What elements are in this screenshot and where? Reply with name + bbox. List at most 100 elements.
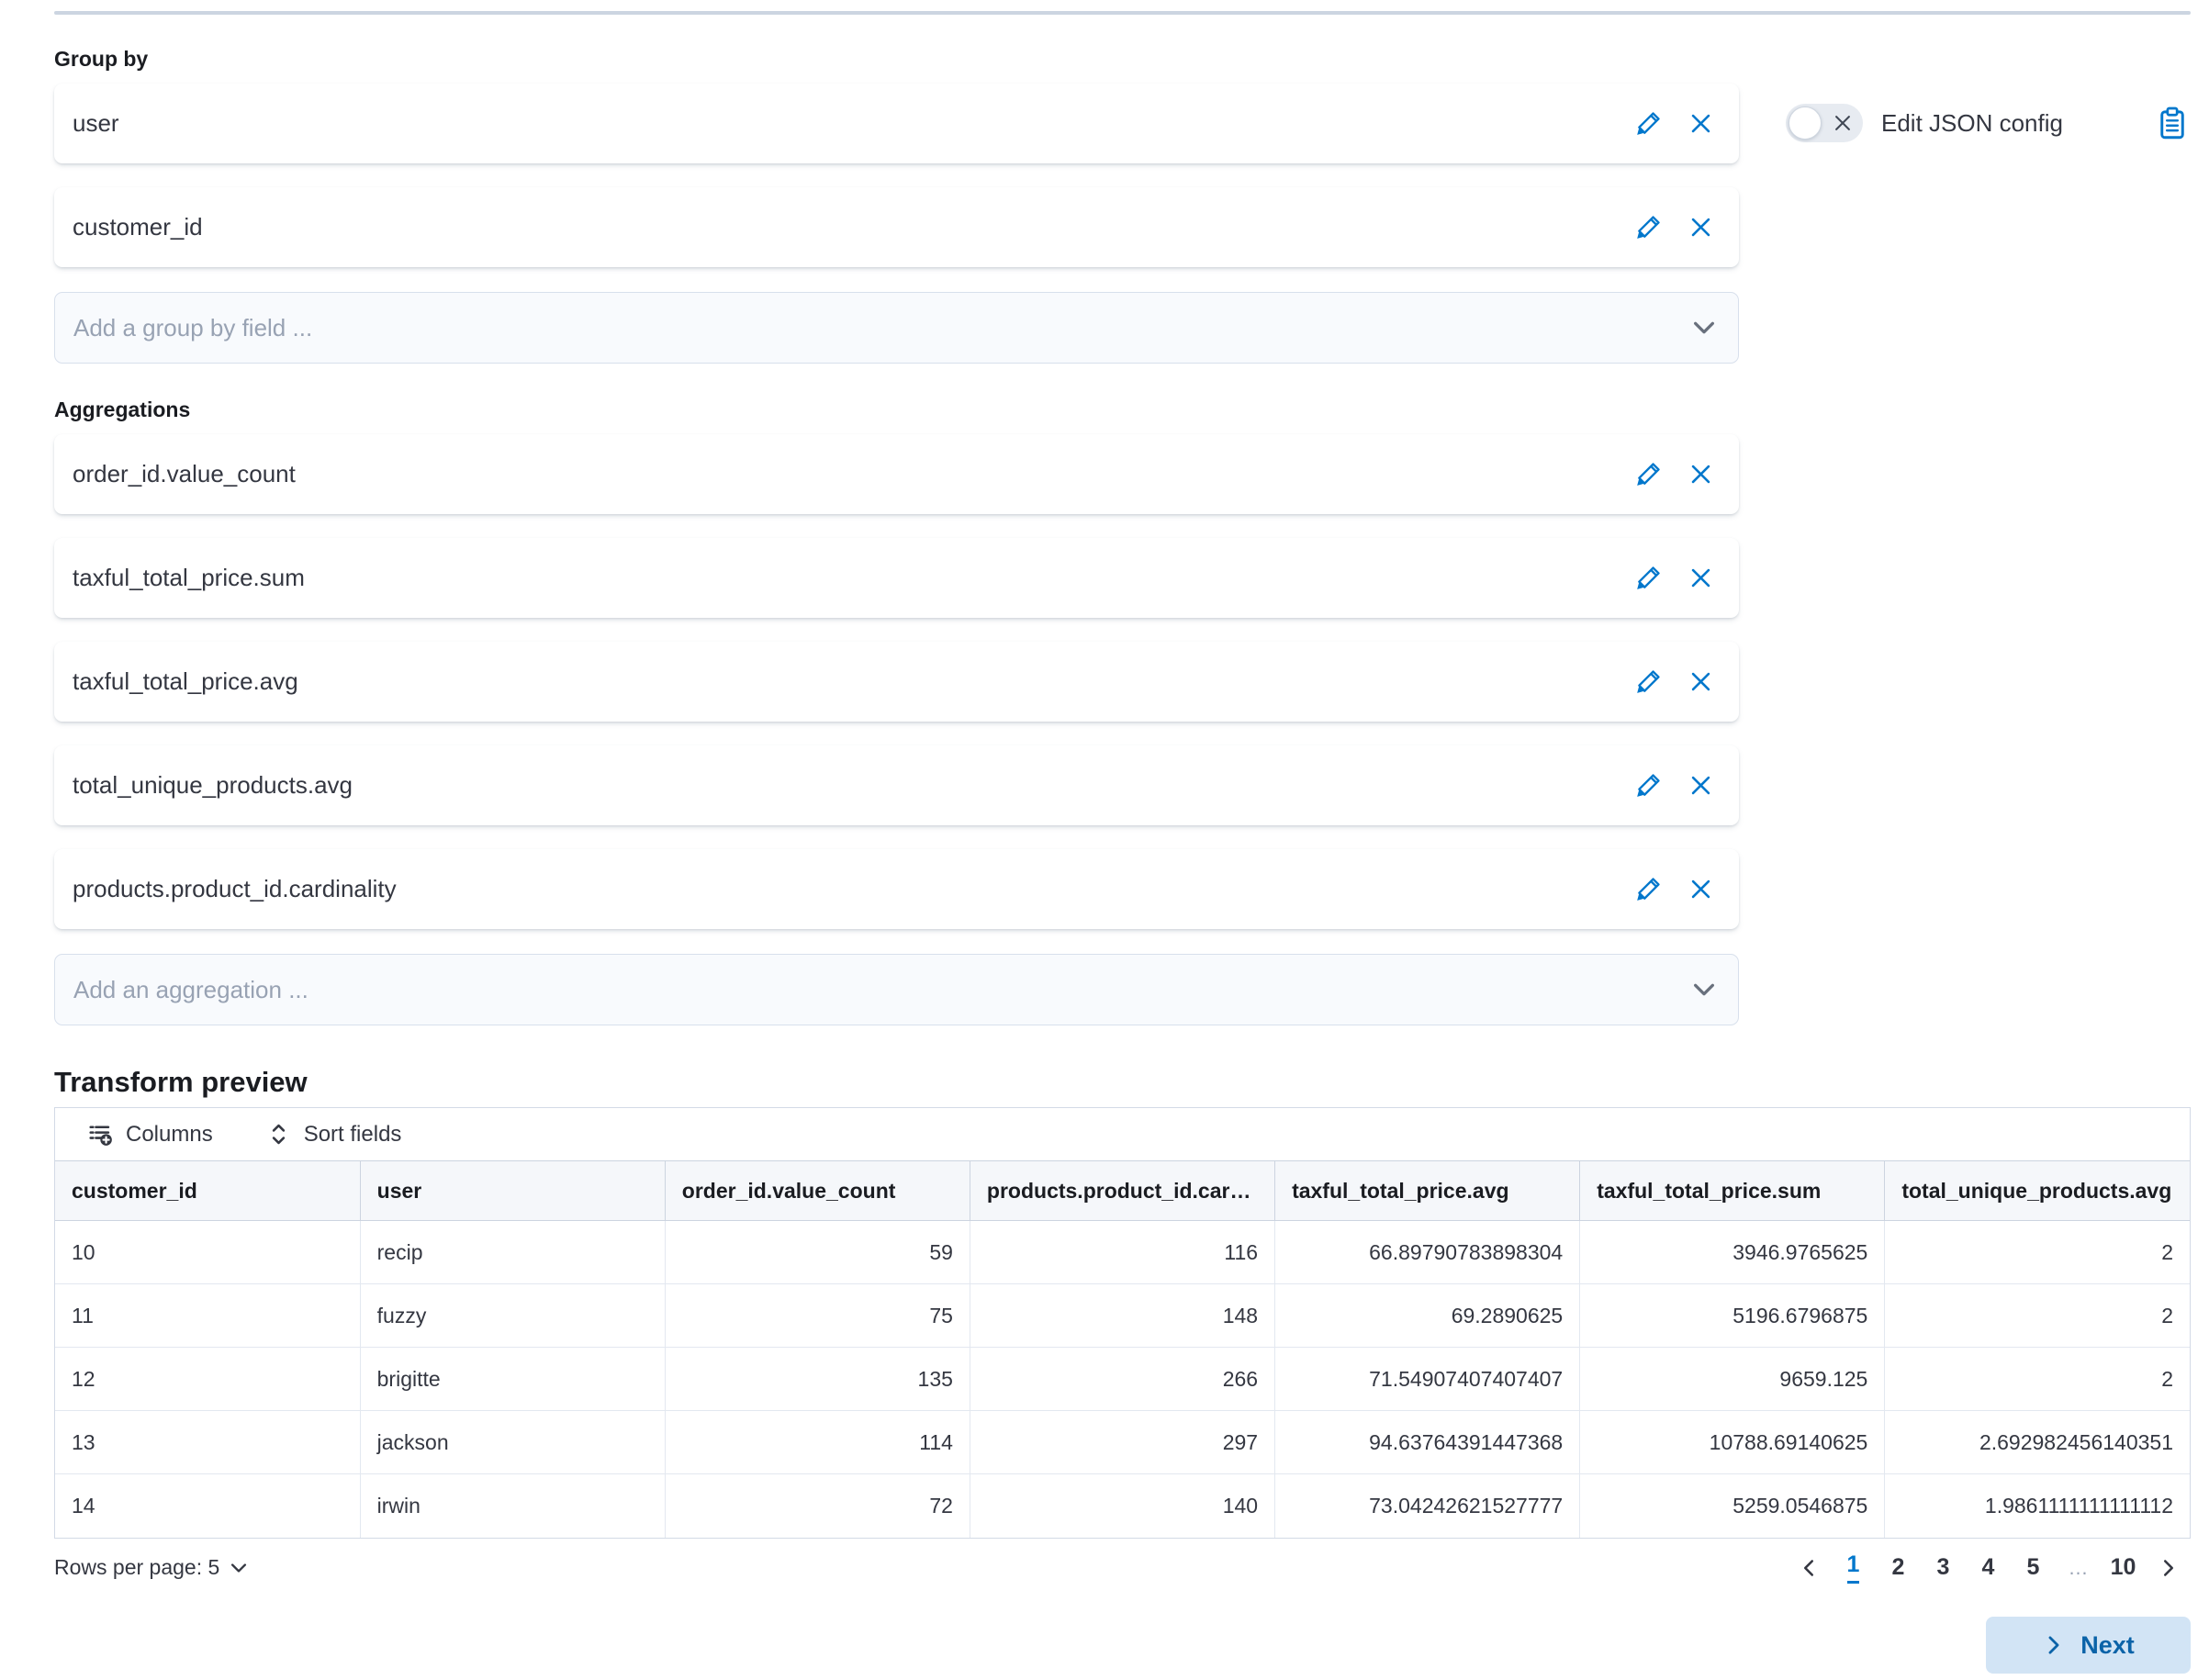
previous-page-button[interactable] — [1786, 1549, 1831, 1587]
cell-order-id-value-count: 135 — [665, 1348, 970, 1411]
cross-icon — [1688, 215, 1713, 240]
group-by-item: customer_id — [54, 187, 1739, 267]
aggregation-item-label: taxful_total_price.sum — [73, 564, 1630, 592]
table-row: 11 fuzzy 75 148 69.2890625 5196.6796875 … — [55, 1284, 2190, 1348]
cell-user: fuzzy — [360, 1284, 665, 1348]
page-button-5[interactable]: 5 — [2011, 1549, 2056, 1587]
aggregation-item-label: order_id.value_count — [73, 460, 1630, 488]
column-header-products-product-id-cardinality[interactable]: products.product_id.cardinality — [970, 1161, 1274, 1221]
group-by-item-label: user — [73, 109, 1630, 138]
aggregation-item: order_id.value_count — [54, 434, 1739, 514]
table-row: 13 jackson 114 297 94.63764391447368 107… — [55, 1411, 2190, 1474]
chevron-down-icon[interactable] — [1690, 314, 1718, 342]
cell-taxful-total-price-sum: 5259.0546875 — [1580, 1474, 1885, 1538]
edit-group-by-button[interactable] — [1630, 209, 1666, 246]
column-header-user[interactable]: user — [360, 1161, 665, 1221]
edit-aggregation-button[interactable] — [1630, 767, 1666, 804]
page-button-1[interactable]: 1 — [1831, 1549, 1876, 1587]
group-by-item: user — [54, 84, 1739, 163]
pencil-icon — [1636, 215, 1661, 240]
cross-icon — [1688, 669, 1713, 694]
cell-user: recip — [360, 1221, 665, 1284]
transform-preview-grid: Columns Sort fields customer_id user ord… — [54, 1107, 2191, 1539]
group-by-item-label: customer_id — [73, 213, 1630, 241]
cell-customer-id: 11 — [55, 1284, 360, 1348]
page-button-4[interactable]: 4 — [1966, 1549, 2011, 1587]
page-button-10[interactable]: 10 — [2101, 1549, 2146, 1587]
sort-fields-button-label: Sort fields — [304, 1122, 402, 1148]
pagination-ellipsis: … — [2056, 1549, 2101, 1587]
table-header-row: customer_id user order_id.value_count pr… — [55, 1161, 2190, 1221]
edit-group-by-button[interactable] — [1630, 106, 1666, 142]
grid-toolbar: Columns Sort fields — [55, 1108, 2190, 1160]
cell-taxful-total-price-avg: 66.89790783898304 — [1275, 1221, 1580, 1284]
pencil-icon — [1636, 773, 1661, 798]
cell-user: brigitte — [360, 1348, 665, 1411]
delete-aggregation-button[interactable] — [1682, 560, 1719, 597]
add-group-by-combobox[interactable] — [54, 292, 1739, 364]
cell-total-unique-products-avg: 1.9861111111111112 — [1885, 1474, 2190, 1538]
page-button-3[interactable]: 3 — [1921, 1549, 1966, 1587]
cell-total-unique-products-avg: 2 — [1885, 1221, 2190, 1284]
table-row: 14 irwin 72 140 73.04242621527777 5259.0… — [55, 1474, 2190, 1538]
cell-total-unique-products-avg: 2 — [1885, 1284, 2190, 1348]
pencil-icon — [1636, 111, 1661, 136]
cell-customer-id: 13 — [55, 1411, 360, 1474]
column-header-order-id-value-count[interactable]: order_id.value_count — [665, 1161, 970, 1221]
pagination: 1 2 3 4 5 … 10 — [1786, 1549, 2191, 1587]
delete-group-by-button[interactable] — [1682, 106, 1719, 142]
edit-aggregation-button[interactable] — [1630, 456, 1666, 493]
aggregation-item-label: taxful_total_price.avg — [73, 667, 1630, 696]
add-aggregation-combobox[interactable] — [54, 954, 1739, 1025]
cell-taxful-total-price-avg: 94.63764391447368 — [1275, 1411, 1580, 1474]
preview-table: customer_id user order_id.value_count pr… — [55, 1160, 2190, 1538]
delete-aggregation-button[interactable] — [1682, 767, 1719, 804]
columns-button[interactable]: Columns — [88, 1122, 213, 1148]
cell-customer-id: 12 — [55, 1348, 360, 1411]
column-header-taxful-total-price-sum[interactable]: taxful_total_price.sum — [1580, 1161, 1885, 1221]
add-group-by-input[interactable] — [73, 314, 1690, 342]
sortable-icon — [266, 1122, 291, 1147]
edit-aggregation-button[interactable] — [1630, 560, 1666, 597]
cross-icon — [1688, 877, 1713, 902]
edit-aggregation-button[interactable] — [1630, 871, 1666, 908]
aggregation-item: products.product_id.cardinality — [54, 849, 1739, 929]
chevron-down-icon[interactable] — [1690, 976, 1718, 1003]
cell-order-id-value-count: 59 — [665, 1221, 970, 1284]
cell-products-product-id-cardinality: 297 — [970, 1411, 1274, 1474]
aggregation-item: taxful_total_price.avg — [54, 642, 1739, 722]
cell-taxful-total-price-sum: 10788.69140625 — [1580, 1411, 1885, 1474]
pencil-icon — [1636, 566, 1661, 590]
cell-products-product-id-cardinality: 148 — [970, 1284, 1274, 1348]
chevron-right-icon — [2158, 1557, 2180, 1579]
column-header-total-unique-products-avg[interactable]: total_unique_products.avg — [1885, 1161, 2190, 1221]
column-header-taxful-total-price-avg[interactable]: taxful_total_price.avg — [1275, 1161, 1580, 1221]
chevron-left-icon — [1798, 1557, 1820, 1579]
delete-aggregation-button[interactable] — [1682, 664, 1719, 700]
aggregation-item: total_unique_products.avg — [54, 745, 1739, 825]
cell-customer-id: 10 — [55, 1221, 360, 1284]
next-page-button[interactable] — [2146, 1549, 2191, 1587]
pencil-icon — [1636, 877, 1661, 902]
delete-group-by-button[interactable] — [1682, 209, 1719, 246]
table-row: 10 recip 59 116 66.89790783898304 3946.9… — [55, 1221, 2190, 1284]
cross-icon — [1688, 566, 1713, 590]
page-button-2[interactable]: 2 — [1876, 1549, 1921, 1587]
cell-total-unique-products-avg: 2.692982456140351 — [1885, 1411, 2190, 1474]
cell-taxful-total-price-sum: 9659.125 — [1580, 1348, 1885, 1411]
group-by-label: Group by — [54, 47, 2191, 72]
column-header-customer-id[interactable]: customer_id — [55, 1161, 360, 1221]
cell-user: irwin — [360, 1474, 665, 1538]
cell-user: jackson — [360, 1411, 665, 1474]
transform-preview-title: Transform preview — [54, 1066, 2191, 1099]
cell-taxful-total-price-sum: 5196.6796875 — [1580, 1284, 1885, 1348]
delete-aggregation-button[interactable] — [1682, 871, 1719, 908]
delete-aggregation-button[interactable] — [1682, 456, 1719, 493]
cross-icon — [1688, 773, 1713, 798]
rows-per-page-button[interactable]: Rows per page: 5 — [54, 1555, 249, 1580]
add-aggregation-input[interactable] — [73, 976, 1690, 1004]
sort-fields-button[interactable]: Sort fields — [266, 1122, 402, 1148]
next-step-button[interactable]: Next — [1986, 1617, 2191, 1674]
edit-aggregation-button[interactable] — [1630, 664, 1666, 700]
cell-order-id-value-count: 72 — [665, 1474, 970, 1538]
